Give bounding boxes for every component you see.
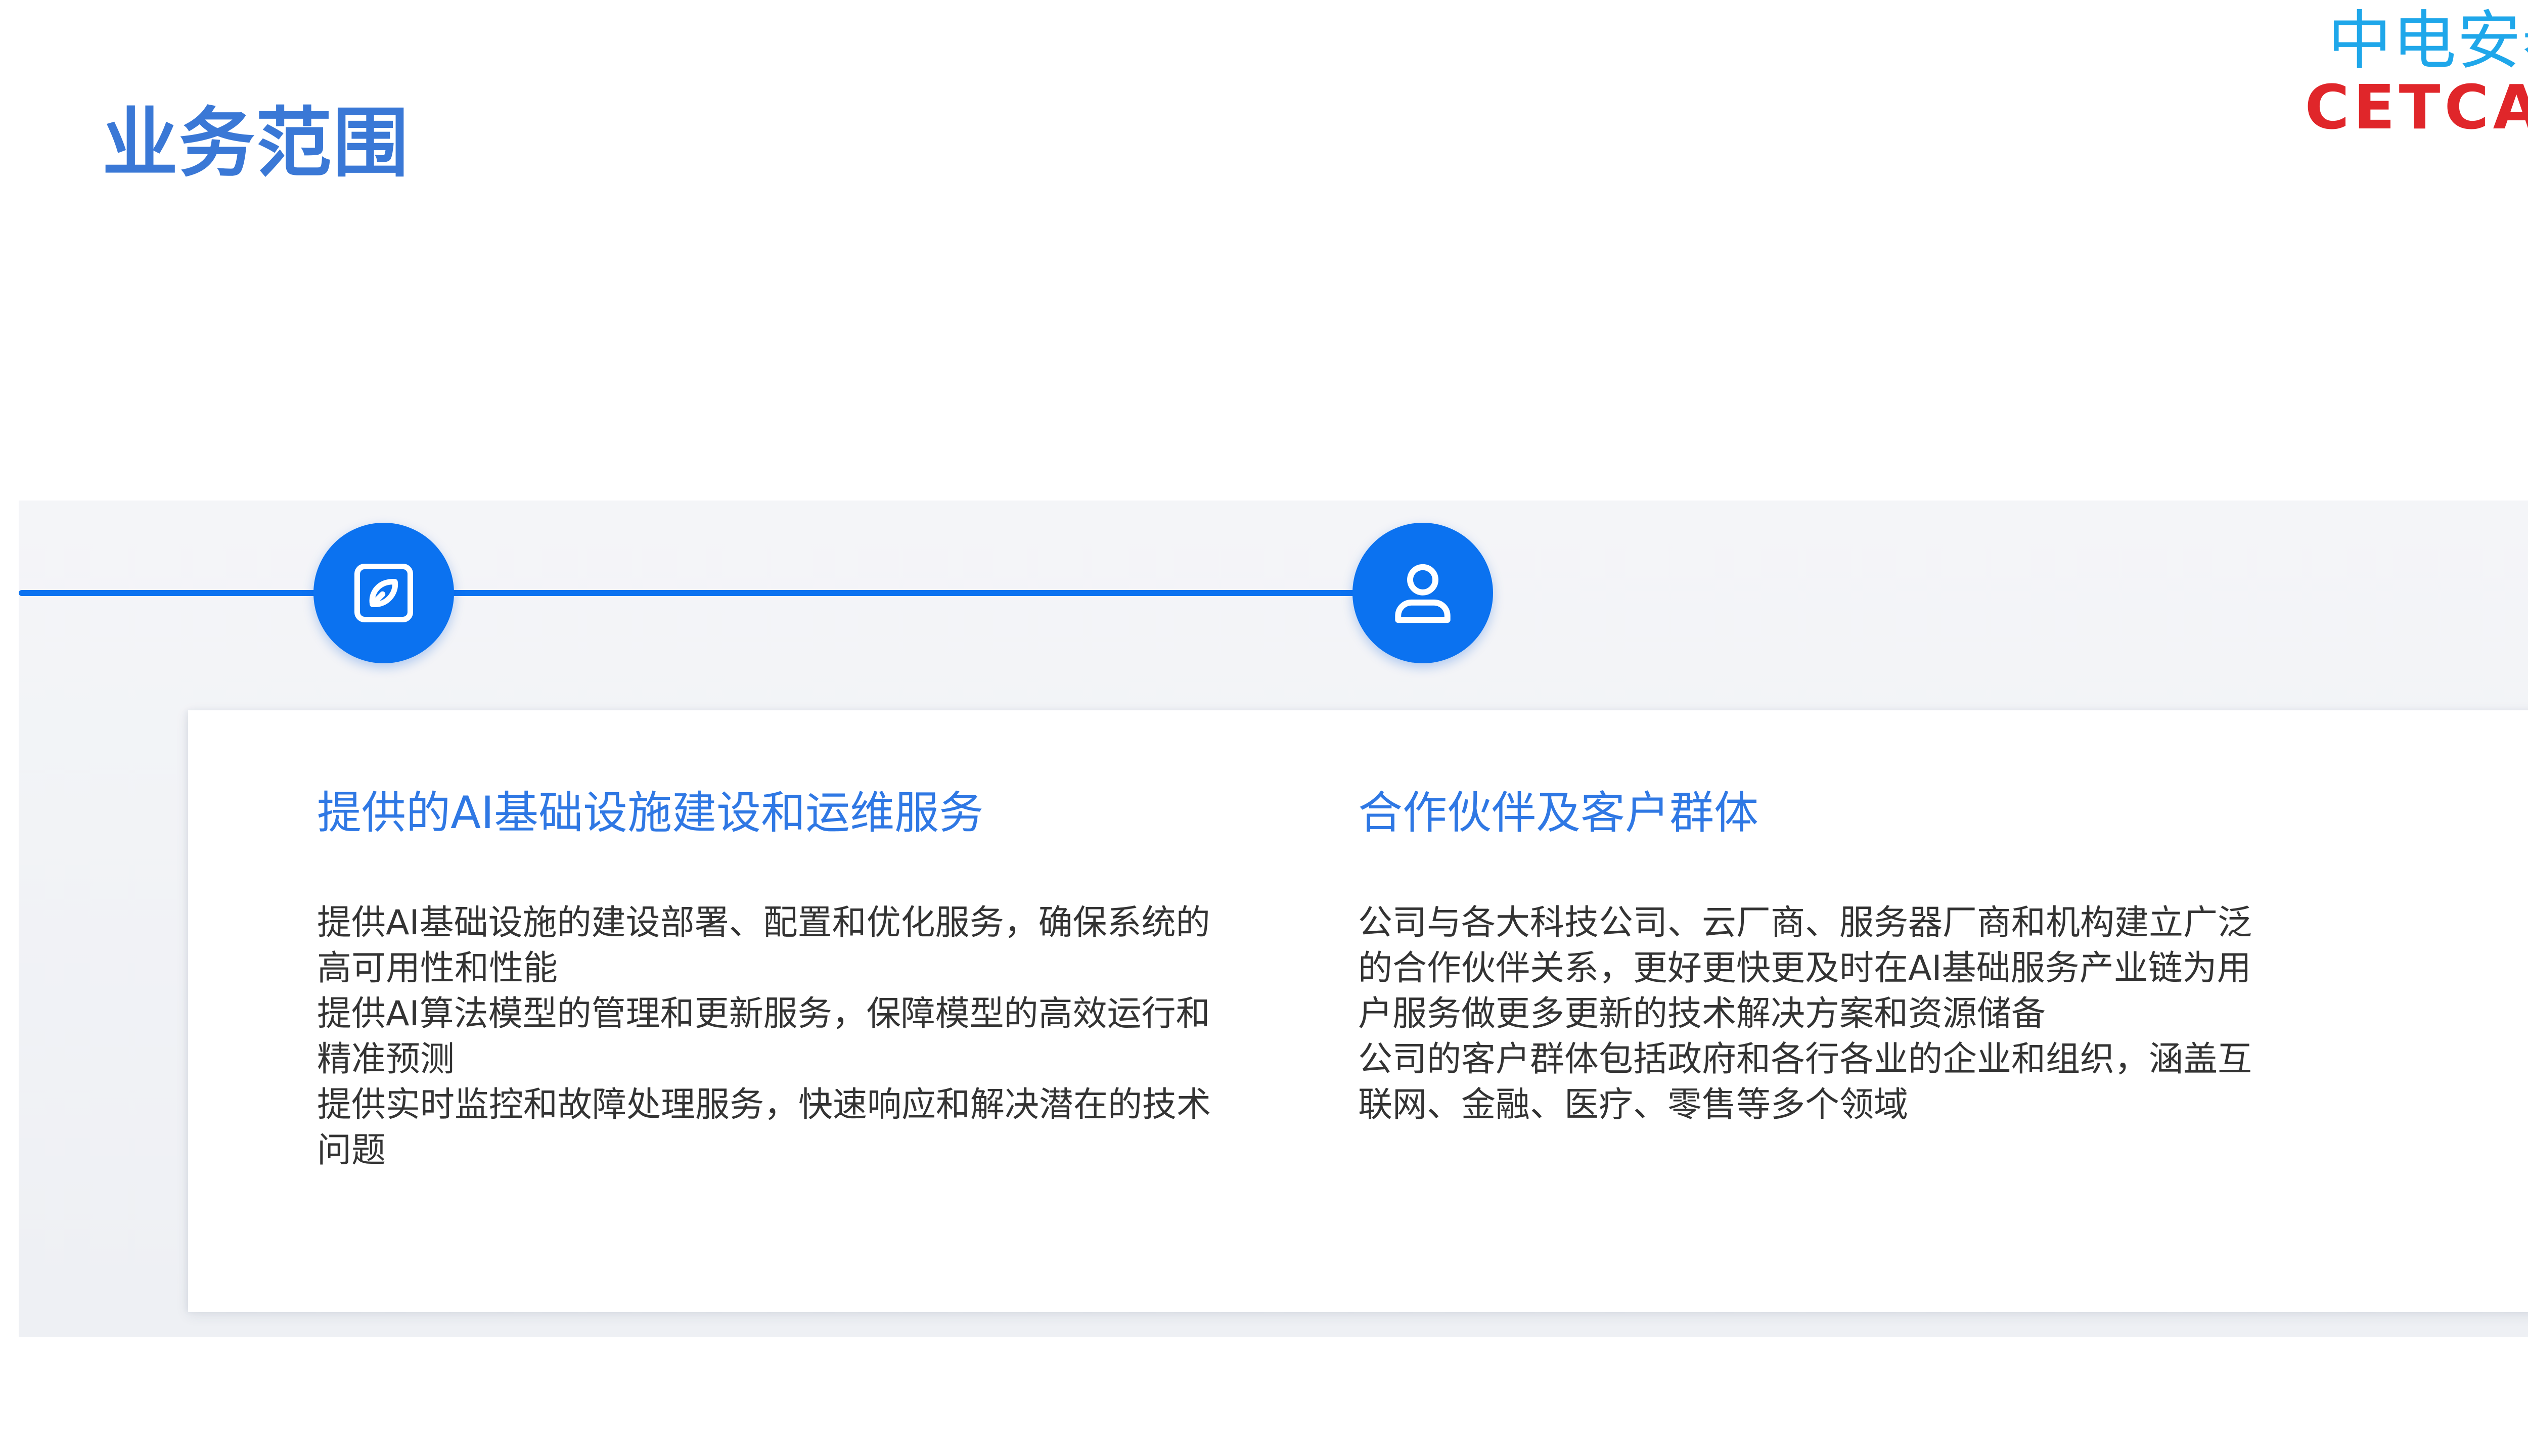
section-body: 提供AI基础设施的建设部署、配置和优化服务，确保系统的高可用性和性能 提供AI算… xyxy=(317,900,1227,1173)
timeline-node-edit xyxy=(313,523,454,663)
section-paragraph: 公司的客户群体包括政府和各行各业的企业和组织，涵盖互联网、金融、医疗、零售等多个… xyxy=(1358,1039,2252,1125)
timeline-line xyxy=(19,590,1369,596)
section-infrastructure: 提供的AI基础设施建设和运维服务 提供AI基础设施的建设部署、配置和优化服务，确… xyxy=(317,786,1227,1173)
section-paragraph: 提供AI算法模型的管理和更新服务，保障模型的高效运行和精准预测 xyxy=(317,993,1210,1079)
section-heading: 合作伙伴及客户群体 xyxy=(1358,787,1759,839)
company-logo: 中电安泰 CETCAT xyxy=(2305,4,2528,139)
timeline-node-user xyxy=(1352,523,1493,663)
edit-pen-icon xyxy=(354,563,414,623)
page-title: 业务范围 xyxy=(102,99,410,188)
section-body: 公司与各大科技公司、云厂商、服务器厂商和机构建立广泛的合作伙伴关系，更好更快更及… xyxy=(1358,900,2268,1128)
section-heading: 提供的AI基础设施建设和运维服务 xyxy=(317,787,984,839)
section-paragraph: 公司与各大科技公司、云厂商、服务器厂商和机构建立广泛的合作伙伴关系，更好更快更及… xyxy=(1358,902,2252,1034)
user-icon xyxy=(1395,564,1451,623)
logo-english-text: CETCAT xyxy=(2305,73,2528,143)
section-partners: 合作伙伴及客户群体 公司与各大科技公司、云厂商、服务器厂商和机构建立广泛的合作伙… xyxy=(1358,786,2268,1128)
logo-chinese-text: 中电安泰 xyxy=(2328,4,2528,78)
section-paragraph: 提供实时监控和故障处理服务，快速响应和解决潜在的技术问题 xyxy=(317,1084,1211,1170)
section-paragraph: 提供AI基础设施的建设部署、配置和优化服务，确保系统的高可用性和性能 xyxy=(317,902,1210,988)
